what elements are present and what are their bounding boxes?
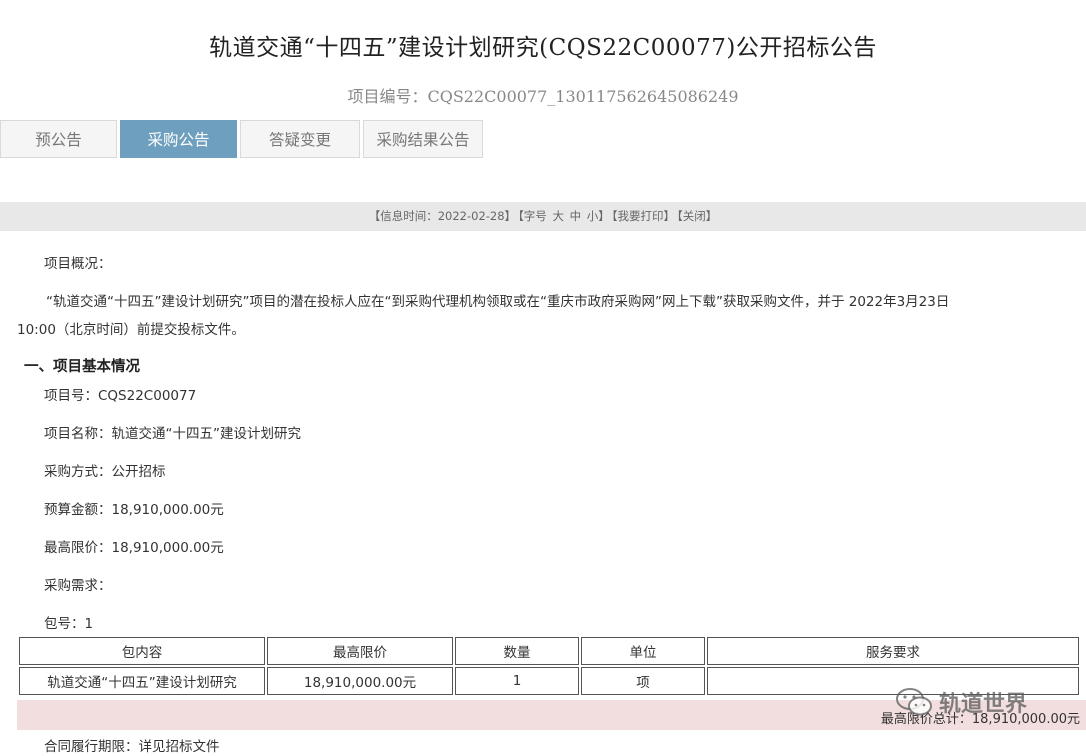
info-date: 【信息时间：2022-02-28】 bbox=[368, 209, 517, 223]
watermark: 轨道世界 bbox=[895, 686, 1027, 718]
close-link[interactable]: 【关闭】 bbox=[677, 209, 717, 223]
cell-unit: 项 bbox=[581, 667, 705, 695]
page-title: 轨道交通“十四五”建设计划研究(CQS22C00077)公开招标公告 bbox=[209, 35, 877, 61]
wechat-icon bbox=[896, 688, 932, 716]
contract-period: 合同履行期限：详见招标文件 bbox=[44, 739, 220, 755]
cell-max-price: 18,910,000.00元 bbox=[267, 667, 453, 695]
section-heading: 一、项目基本情况 bbox=[24, 359, 140, 375]
tab-procurement-results[interactable]: 采购结果公告 bbox=[363, 120, 483, 158]
overview-label: 项目概况： bbox=[44, 256, 112, 272]
header-package-content: 包内容 bbox=[19, 637, 265, 665]
package-number: 包号：1 bbox=[44, 616, 94, 632]
cell-quantity: 1 bbox=[455, 667, 579, 695]
print-link[interactable]: 【我要打印】 bbox=[612, 209, 675, 223]
table-header-row: 包内容 最高限价 数量 单位 服务要求 bbox=[19, 637, 1079, 665]
overview-line-1: “轨道交通“十四五”建设计划研究”项目的潜在投标人应在“到采购代理机构领取或在“… bbox=[46, 294, 950, 310]
project-name: 项目名称：轨道交通“十四五”建设计划研究 bbox=[44, 426, 301, 442]
tab-bar: 预公告 采购公告 答疑变更 采购结果公告 bbox=[0, 120, 486, 158]
max-price: 最高限价：18,910,000.00元 bbox=[44, 540, 224, 556]
header-max-price: 最高限价 bbox=[267, 637, 453, 665]
header-quantity: 数量 bbox=[455, 637, 579, 665]
project-code: 项目编号：CQS22C00077_130117562645086249 bbox=[347, 87, 739, 106]
requirements-label: 采购需求： bbox=[44, 578, 112, 594]
header-service-requirements: 服务要求 bbox=[707, 637, 1079, 665]
budget-amount: 预算金额：18,910,000.00元 bbox=[44, 502, 224, 518]
tab-qa-changes[interactable]: 答疑变更 bbox=[240, 120, 360, 158]
project-number: 项目号：CQS22C00077 bbox=[44, 388, 197, 404]
tab-procurement-announcement[interactable]: 采购公告 bbox=[120, 120, 237, 158]
watermark-text: 轨道世界 bbox=[939, 692, 1028, 717]
tab-pre-announcement[interactable]: 预公告 bbox=[0, 120, 117, 158]
font-medium-link[interactable]: 中 bbox=[570, 209, 582, 223]
font-small-link[interactable]: 小】 bbox=[587, 209, 610, 223]
procurement-method: 采购方式：公开招标 bbox=[44, 464, 166, 480]
header-unit: 单位 bbox=[581, 637, 705, 665]
cell-package-content: 轨道交通“十四五”建设计划研究 bbox=[19, 667, 265, 695]
font-size-prefix: 【字号 bbox=[518, 209, 547, 223]
overview-line-2: 10:00（北京时间）前提交投标文件。 bbox=[17, 322, 245, 338]
info-bar: 【信息时间：2022-02-28】 【字号 大 中 小】 【我要打印】 【关闭】 bbox=[0, 202, 1086, 231]
font-large-link[interactable]: 大 bbox=[552, 209, 564, 223]
